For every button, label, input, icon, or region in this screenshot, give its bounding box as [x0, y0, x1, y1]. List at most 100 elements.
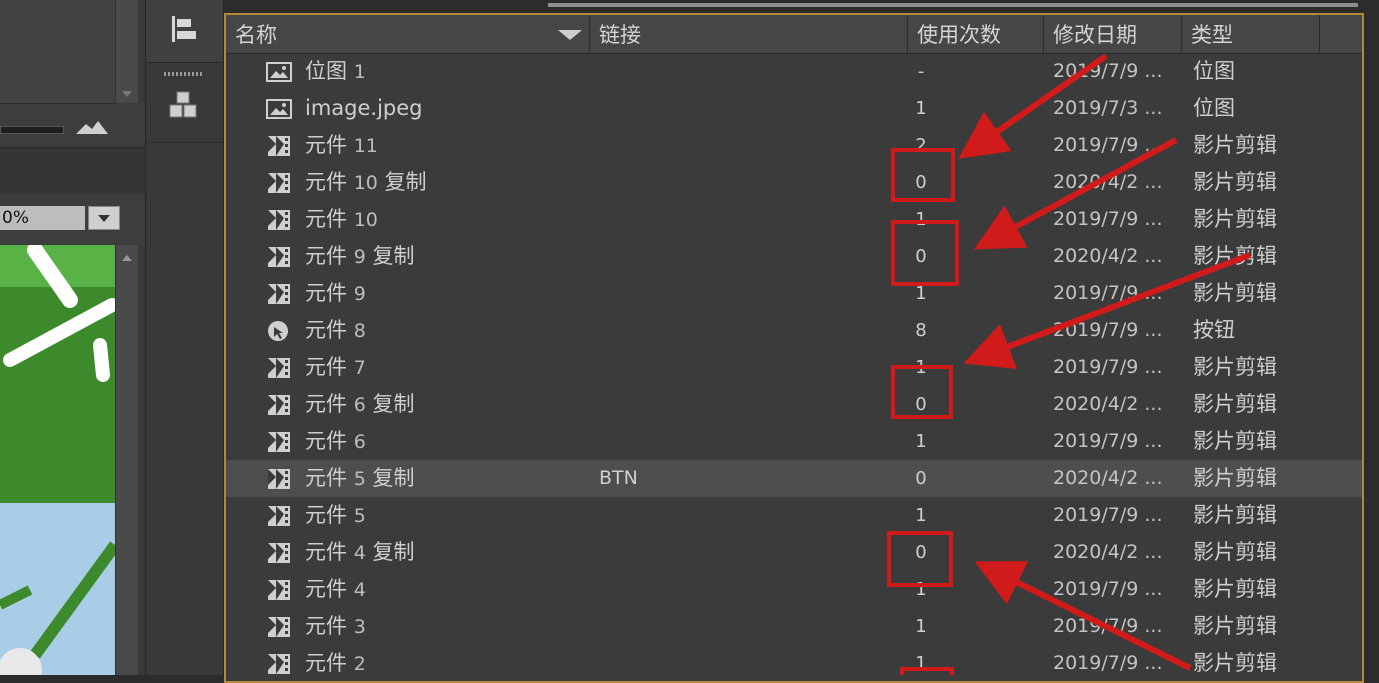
- item-type: 位图: [1193, 59, 1235, 83]
- item-number: 5: [353, 505, 366, 527]
- column-header-type[interactable]: 类型: [1182, 15, 1320, 53]
- item-name-base: 元件: [305, 429, 347, 453]
- item-type: 影片剪辑: [1193, 281, 1277, 305]
- item-name-base: 位图: [305, 59, 347, 83]
- mountain-large-icon[interactable]: [74, 118, 110, 136]
- item-name: 元件 4: [305, 571, 366, 608]
- item-number: 9: [353, 246, 366, 268]
- item-name-base: 元件: [305, 540, 347, 564]
- item-type: 位图: [1193, 96, 1235, 120]
- column-header-date-modified[interactable]: 修改日期: [1044, 15, 1182, 53]
- library-panel-icon[interactable]: [168, 90, 198, 120]
- library-panel: 名称 链接 使用次数 修改日期 类型 位图 1 - 2019/7/9 ... 位图 im…: [224, 13, 1364, 683]
- vertical-scrollbar-top[interactable]: [115, 0, 138, 103]
- zoom-input[interactable]: 0%: [0, 206, 85, 230]
- scroll-up-arrow-icon[interactable]: [122, 255, 132, 261]
- bitmap-icon: [266, 96, 292, 120]
- library-item-row[interactable]: 元件 5 1 2019/7/9 ... 影片剪辑: [226, 497, 1362, 534]
- align-icon[interactable]: [168, 14, 198, 44]
- item-use-count: 0: [915, 542, 927, 563]
- library-item-row[interactable]: 元件 9 复制 0 2020/4/2 ... 影片剪辑: [226, 238, 1362, 275]
- item-name-base: 元件: [305, 318, 347, 342]
- item-type: 影片剪辑: [1193, 170, 1277, 194]
- item-name: 元件 6 复制: [305, 386, 414, 423]
- movieclip-icon: [266, 244, 292, 268]
- item-use-count: 0: [915, 468, 927, 489]
- item-date-modified: 2019/7/9 ...: [1053, 208, 1163, 230]
- item-name-base: 元件: [305, 244, 347, 268]
- item-name: 元件 9 复制: [305, 238, 414, 275]
- item-name: 元件 10: [305, 201, 378, 238]
- item-use-count: 1: [915, 98, 927, 119]
- item-name: 元件 11: [305, 127, 378, 164]
- library-item-row[interactable]: 元件 10 1 2019/7/9 ... 影片剪辑: [226, 201, 1362, 238]
- item-use-count: -: [917, 61, 925, 82]
- library-item-row[interactable]: 元件 5 复制 BTN 0 2020/4/2 ... 影片剪辑: [226, 460, 1362, 497]
- library-item-row[interactable]: 元件 3 1 2019/7/9 ... 影片剪辑: [226, 608, 1362, 645]
- item-number: 4: [353, 542, 366, 564]
- movieclip-icon: [266, 651, 292, 675]
- item-name: 元件 3: [305, 608, 366, 645]
- library-item-row[interactable]: 元件 11 2 2019/7/9 ... 影片剪辑: [226, 127, 1362, 164]
- column-header-link[interactable]: 链接: [590, 15, 908, 53]
- item-name: 元件 2: [305, 645, 366, 681]
- item-name-base: 元件: [305, 281, 347, 305]
- item-type: 影片剪辑: [1193, 392, 1277, 416]
- library-item-row[interactable]: 元件 6 复制 0 2020/4/2 ... 影片剪辑: [226, 386, 1362, 423]
- dock-grip-handle[interactable]: [164, 72, 202, 76]
- item-name-base: image.jpeg: [305, 96, 423, 120]
- item-number: 1: [353, 61, 366, 83]
- sort-descending-icon[interactable]: [558, 30, 582, 40]
- item-type: 影片剪辑: [1193, 577, 1277, 601]
- item-name: 位图 1: [305, 53, 366, 90]
- stage-top-area: [0, 0, 115, 104]
- item-name: 元件 5 复制: [305, 460, 414, 497]
- library-item-row[interactable]: 元件 6 1 2019/7/9 ... 影片剪辑: [226, 423, 1362, 460]
- item-date-modified: 2020/4/2 ...: [1053, 393, 1163, 415]
- column-label-type: 类型: [1191, 23, 1233, 47]
- item-name: image.jpeg: [305, 90, 423, 127]
- item-date-modified: 2019/7/9 ...: [1053, 282, 1163, 304]
- library-item-row[interactable]: 元件 4 复制 0 2020/4/2 ... 影片剪辑: [226, 534, 1362, 571]
- item-date-modified: 2019/7/9 ...: [1053, 319, 1163, 341]
- library-item-row[interactable]: 元件 9 1 2019/7/9 ... 影片剪辑: [226, 275, 1362, 312]
- item-name-base: 元件: [305, 651, 347, 675]
- library-item-row[interactable]: 位图 1 - 2019/7/9 ... 位图: [226, 53, 1362, 90]
- item-name-base: 元件: [305, 207, 347, 231]
- library-item-row[interactable]: 元件 7 1 2019/7/9 ... 影片剪辑: [226, 349, 1362, 386]
- stage-vertical-scrollbar[interactable]: [115, 245, 138, 675]
- movieclip-icon: [266, 614, 292, 638]
- zoom-slider[interactable]: [0, 126, 64, 134]
- movieclip-icon: [266, 540, 292, 564]
- stage-canvas[interactable]: [0, 245, 115, 675]
- column-header-name[interactable]: 名称: [226, 15, 590, 53]
- item-name-base: 元件: [305, 577, 347, 601]
- item-date-modified: 2020/4/2 ...: [1053, 541, 1163, 563]
- item-date-modified: 2019/7/9 ...: [1053, 652, 1163, 674]
- item-name-base: 元件: [305, 133, 347, 157]
- item-use-count: 1: [915, 283, 927, 304]
- item-type: 影片剪辑: [1193, 355, 1277, 379]
- library-item-row[interactable]: 元件 8 8 2019/7/9 ... 按钮: [226, 312, 1362, 349]
- item-use-count: 2: [915, 135, 927, 156]
- item-number: 5: [353, 468, 366, 490]
- panel-dock-toolbar: [145, 0, 224, 675]
- library-item-row[interactable]: 元件 4 1 2019/7/9 ... 影片剪辑: [226, 571, 1362, 608]
- item-number: 3: [353, 616, 366, 638]
- item-date-modified: 2020/4/2 ...: [1053, 245, 1163, 267]
- item-type: 按钮: [1193, 318, 1235, 342]
- item-name: 元件 6: [305, 423, 366, 460]
- item-use-count: 1: [915, 431, 927, 452]
- item-name-base: 元件: [305, 466, 347, 490]
- column-header-use-count[interactable]: 使用次数: [908, 15, 1044, 53]
- zoom-dropdown-button[interactable]: [88, 206, 120, 230]
- item-date-modified: 2019/7/9 ...: [1053, 60, 1163, 82]
- zoom-slider-row: [0, 104, 145, 146]
- library-item-row[interactable]: 元件 2 1 2019/7/9 ... 影片剪辑: [226, 645, 1362, 681]
- movieclip-icon: [266, 503, 292, 527]
- item-use-count: 1: [915, 653, 927, 674]
- stage-artwork: [0, 245, 115, 675]
- library-item-row[interactable]: image.jpeg 1 2019/7/3 ... 位图: [226, 90, 1362, 127]
- scroll-down-arrow-icon[interactable]: [122, 91, 132, 97]
- library-item-row[interactable]: 元件 10 复制 0 2020/4/2 ... 影片剪辑: [226, 164, 1362, 201]
